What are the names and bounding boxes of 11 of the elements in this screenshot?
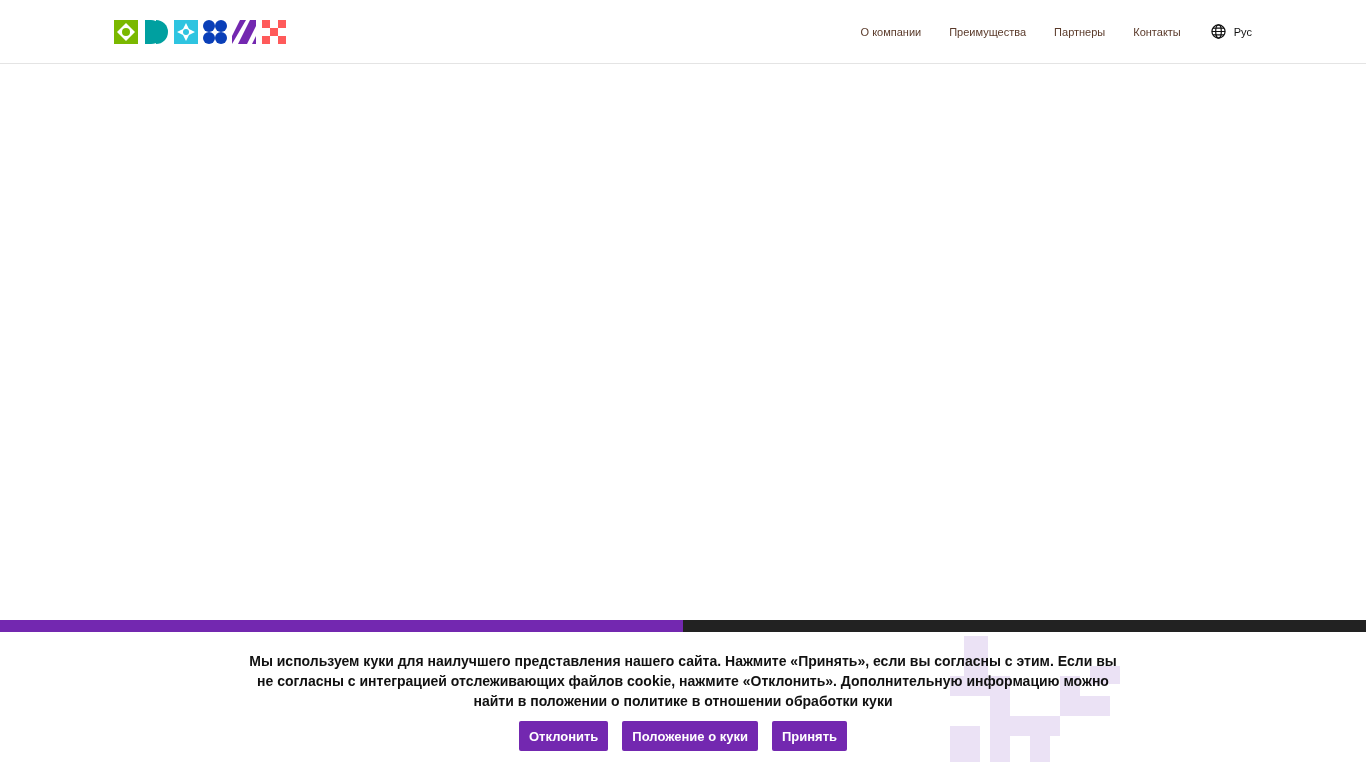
cookie-button[interactable]: Положение о куки bbox=[622, 721, 758, 751]
globe-icon[interactable] bbox=[1210, 24, 1226, 39]
cookie-button[interactable]: Отклонить bbox=[519, 721, 609, 751]
nav-link[interactable]: Партнеры bbox=[1054, 25, 1106, 38]
language-label[interactable]: Рус bbox=[1233, 25, 1252, 38]
nav-link[interactable]: Преимущества bbox=[949, 25, 1027, 38]
nav-link[interactable]: Контакты bbox=[1133, 25, 1181, 38]
nav-link[interactable]: О компании bbox=[860, 25, 922, 38]
cookie-button[interactable]: Принять bbox=[771, 721, 847, 751]
logo-drawing[interactable] bbox=[114, 19, 286, 44]
cookie-message: Мы используем куки для наилучшего представления нашего сайта. Нажмите «Принять», если вы согласны с этим. Если вы не согласны с интеграцией отслеживающих файлов cookie, нажмите «Отклонить». Дополнительную информацию можно найти в положении о политике в отношении обработки куки bbox=[248, 652, 1118, 711]
